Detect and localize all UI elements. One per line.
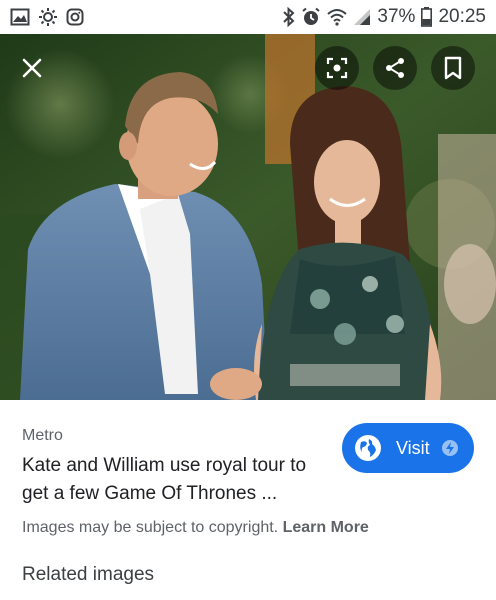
lens-icon: [325, 56, 349, 80]
alarm-icon: [301, 7, 321, 27]
wifi-icon: [327, 8, 348, 26]
share-button[interactable]: [373, 46, 417, 90]
lens-button[interactable]: [315, 46, 359, 90]
signal-icon: [353, 8, 371, 26]
battery-percent: 37%: [377, 6, 416, 27]
battery-icon: [421, 7, 433, 27]
copyright-notice: Images may be subject to copyright. Lear…: [22, 519, 369, 537]
sun-icon: [38, 7, 58, 27]
gallery-icon: [10, 8, 30, 26]
visit-button[interactable]: Visit: [342, 423, 474, 473]
bluetooth-icon: [283, 7, 295, 27]
photo: [0, 34, 496, 400]
copyright-text: Images may be subject to copyright.: [22, 519, 283, 536]
visit-label: Visit: [396, 437, 430, 458]
result-title[interactable]: Kate and William use royal tour to get a…: [22, 452, 332, 508]
bookmark-icon: [443, 56, 463, 80]
image-viewer[interactable]: [0, 34, 496, 400]
instagram-icon: [66, 8, 84, 26]
status-left-icons: [10, 7, 84, 27]
lightning-icon: [441, 440, 458, 456]
status-bar: 37% 20:25: [0, 0, 496, 34]
close-button[interactable]: [10, 46, 54, 90]
save-button[interactable]: [431, 46, 475, 90]
share-icon: [383, 56, 407, 80]
status-right-icons: 37% 20:25: [283, 6, 486, 28]
source-name[interactable]: Metro: [22, 427, 63, 445]
clock-time: 20:25: [438, 6, 486, 27]
result-info-panel: Metro Kate and William use royal tour to…: [0, 400, 496, 600]
learn-more-link[interactable]: Learn More: [283, 519, 369, 536]
close-icon: [22, 58, 42, 78]
globe-icon: [354, 434, 382, 462]
related-images-heading: Related images: [22, 564, 155, 585]
